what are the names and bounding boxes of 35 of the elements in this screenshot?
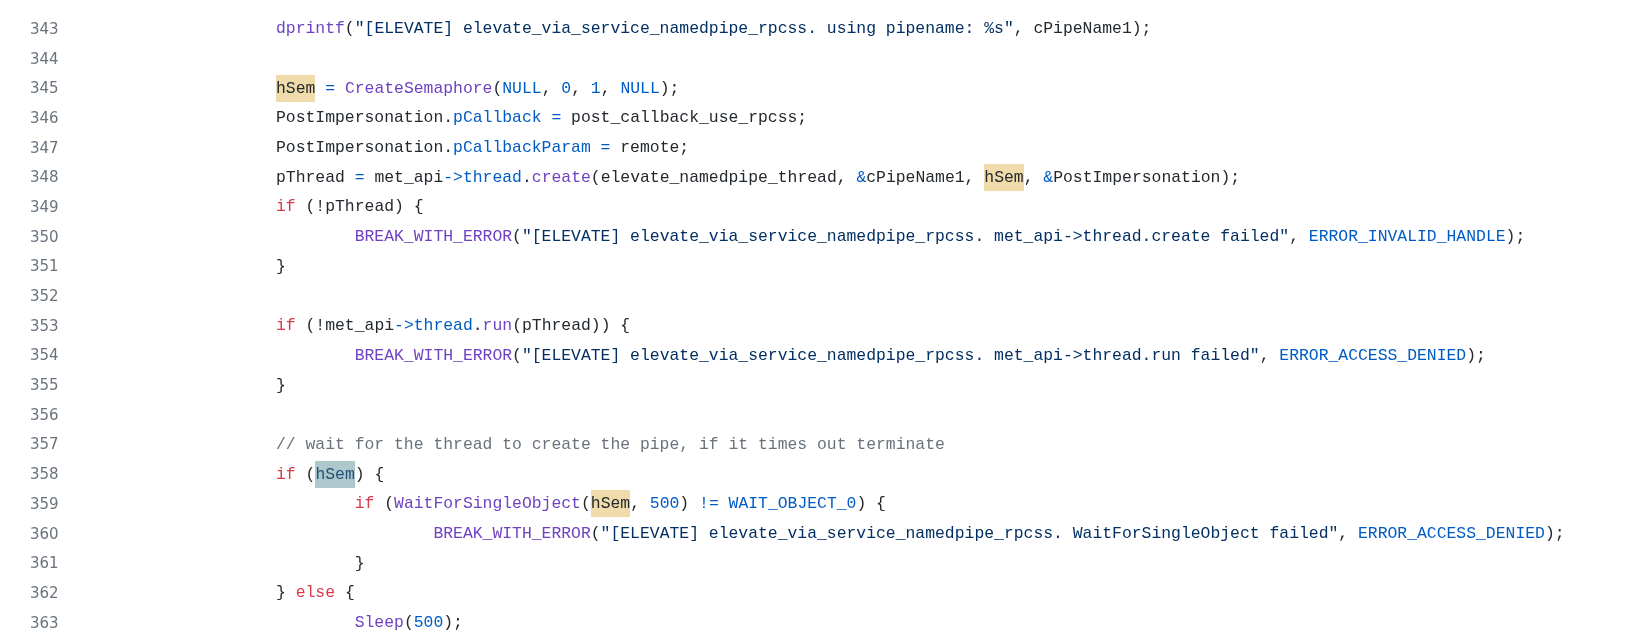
line-number: 363 xyxy=(29,613,60,632)
code-line: } else { xyxy=(276,583,355,603)
line-number: 355 xyxy=(29,376,60,395)
code-line: if (!met_api->thread.run(pThread)) { xyxy=(276,316,631,336)
code-line: Sleep(500); xyxy=(354,613,463,633)
line-number: 352 xyxy=(29,287,60,306)
code-line: } xyxy=(276,375,286,395)
line-number: 357 xyxy=(29,435,60,454)
line-number: 354 xyxy=(29,346,60,365)
line-number: 350 xyxy=(29,227,60,246)
line-number: 361 xyxy=(29,554,60,573)
code-line: BREAK_WITH_ERROR("[ELEVATE] elevate_via_service_namedpipe_rpcss. WaitForSingleObject failed", ERROR_ACCESS_DENIED); xyxy=(433,524,1565,544)
line-number: 360 xyxy=(29,524,60,543)
line-number: 346 xyxy=(29,108,60,127)
code-line: if (!pThread) { xyxy=(276,197,424,217)
code-line: } xyxy=(354,553,365,573)
line-number: 348 xyxy=(29,168,60,187)
line-number: 345 xyxy=(29,79,60,98)
code-line: } xyxy=(276,256,286,276)
line-number: 359 xyxy=(29,494,60,513)
code-line: // wait for the thread to create the pipe, if it times out terminate xyxy=(276,434,945,454)
line-number: 353 xyxy=(29,316,60,335)
line-number: 344 xyxy=(29,49,60,68)
line-number: 343 xyxy=(29,19,60,38)
line-number: 362 xyxy=(29,583,60,602)
line-number: 347 xyxy=(29,138,60,157)
code-line: PostImpersonation.pCallback = post_callback_use_rpcss; xyxy=(276,108,808,128)
line-number: 351 xyxy=(29,257,60,276)
line-number: 356 xyxy=(29,405,60,424)
code-line: PostImpersonation.pCallbackParam = remote; xyxy=(276,138,690,158)
line-number: 349 xyxy=(29,197,60,216)
line-number: 358 xyxy=(29,465,60,484)
code-line: BREAK_WITH_ERROR("[ELEVATE] elevate_via_service_namedpipe_rpcss. met_api->thread.create failed", ERROR_INVALID_HANDLE); xyxy=(354,227,1526,247)
code-line: dprintf("[ELEVATE] elevate_via_service_namedpipe_rpcss. using pipename: %s", cPipeName1); xyxy=(276,19,1152,39)
code-line: BREAK_WITH_ERROR("[ELEVATE] elevate_via_service_namedpipe_rpcss. met_api->thread.run failed", ERROR_ACCESS_DENIED); xyxy=(354,345,1486,365)
